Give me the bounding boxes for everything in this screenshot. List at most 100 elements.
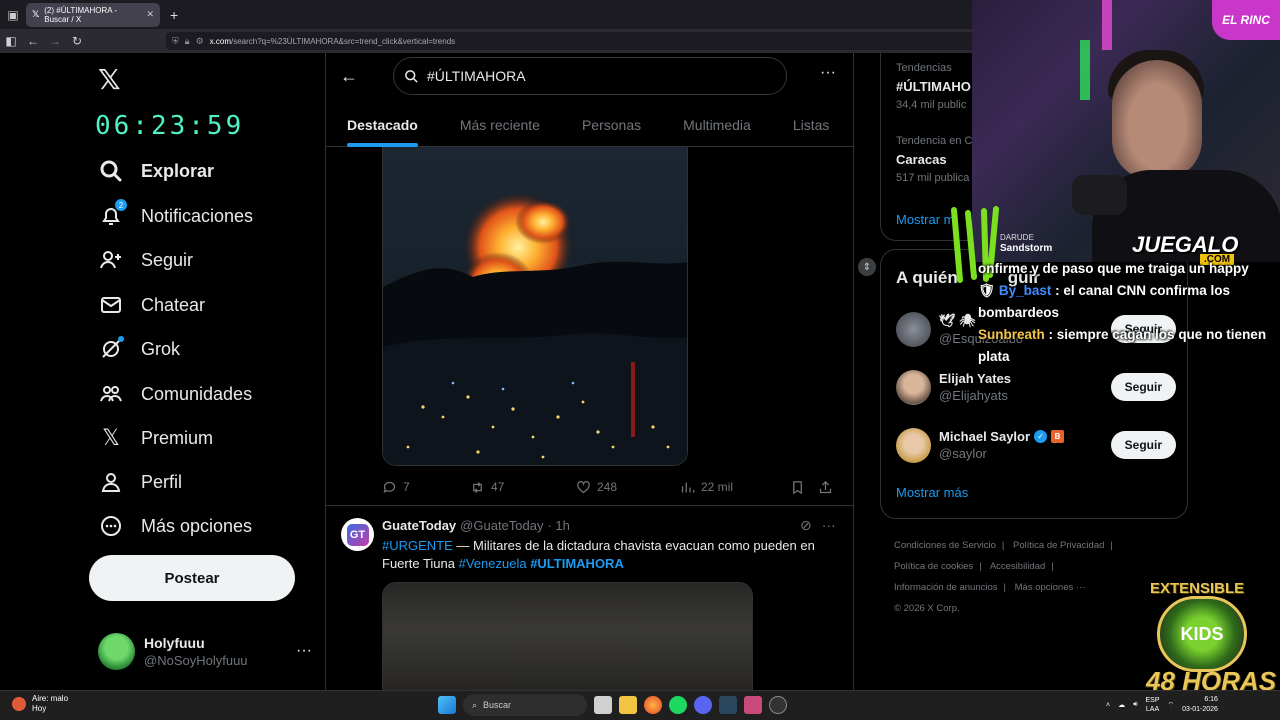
- sidebar-item-premium[interactable]: 𝕏 Premium: [98, 420, 213, 456]
- obs-icon[interactable]: [769, 696, 787, 714]
- footer-link[interactable]: Accesibilidad: [990, 561, 1045, 572]
- new-tab-icon[interactable]: +: [170, 7, 178, 23]
- reply-button[interactable]: 7: [382, 480, 470, 495]
- tweet-media-explosion[interactable]: [382, 147, 688, 466]
- footer-link[interactable]: Política de Privacidad: [1013, 540, 1104, 551]
- webcam-overlay: EL RINC: [972, 0, 1280, 262]
- suggested-user[interactable]: Michael Saylor ✓ B @saylor Seguir: [896, 425, 1176, 465]
- discord-icon[interactable]: [694, 696, 712, 714]
- system-clock[interactable]: 6:16 03-01-2026: [1182, 695, 1218, 715]
- notification-badge: 2: [115, 199, 127, 211]
- system-tray: ˄ ☁ 🔊︎ ESP LAA ⌔ 6:16 03-01-2026: [1106, 695, 1218, 715]
- language-indicator[interactable]: ESP LAA: [1146, 696, 1160, 714]
- back-arrow-icon[interactable]: ←: [340, 66, 358, 87]
- tweet-media-video[interactable]: [382, 582, 753, 690]
- search-input[interactable]: #ÚLTIMAHORA: [393, 57, 787, 95]
- sidebar-item-perfil[interactable]: Perfil: [98, 464, 182, 500]
- more-icon[interactable]: ···: [296, 642, 312, 660]
- app-icon[interactable]: [744, 696, 762, 714]
- chevron-up-icon[interactable]: ˄: [1106, 702, 1110, 709]
- tab-listas[interactable]: Listas: [772, 103, 851, 147]
- tweet-author-name[interactable]: GuateToday: [382, 518, 456, 533]
- tab-multimedia[interactable]: Multimedia: [662, 103, 772, 147]
- hashtag-ultimahora[interactable]: #ULTIMAHORA: [530, 556, 624, 571]
- trend-context: Tendencias: [896, 62, 952, 74]
- suggested-user-handle: @Elijahyats: [939, 388, 1008, 403]
- task-view-icon[interactable]: [594, 696, 612, 714]
- repost-button[interactable]: 47: [470, 480, 576, 495]
- url-bar[interactable]: ⛨ 🔒︎ ⚙ x.com/search?q=%23ÚLTIMAHORA&src=…: [166, 32, 986, 50]
- sidebar-item-label: Seguir: [141, 249, 194, 270]
- follow-button[interactable]: Seguir: [1110, 373, 1176, 401]
- chat-message: 🛡 By_bast : el canal CNN confirma los bo…: [978, 283, 1230, 320]
- bookmark-button[interactable]: [790, 480, 818, 495]
- tab-overview-icon[interactable]: ▣: [0, 0, 26, 29]
- sidebar-item-grok[interactable]: Grok: [98, 331, 180, 367]
- tweet-guatetoday[interactable]: GT GuateToday @GuateToday · 1h ⊘ ··· #UR…: [326, 506, 853, 690]
- footer-link[interactable]: Información de anuncios: [894, 582, 998, 593]
- sidebar-item-mas-opciones[interactable]: Más opciones: [98, 508, 252, 544]
- sidebar-item-label: Chatear: [141, 294, 206, 315]
- search-icon: ⌕: [472, 699, 478, 710]
- suggested-user[interactable]: Elijah Yates @Elijahyats Seguir: [896, 367, 1176, 407]
- shield-icon: ⛨: [172, 35, 179, 46]
- trend-name[interactable]: Caracas: [896, 152, 947, 167]
- firefox-icon[interactable]: [644, 696, 662, 714]
- post-button[interactable]: Postear: [89, 555, 295, 601]
- avatar[interactable]: GT: [341, 518, 374, 551]
- hashtag-urgente[interactable]: #URGENTE: [382, 538, 453, 553]
- file-explorer-icon[interactable]: [619, 696, 637, 714]
- steam-icon[interactable]: [719, 696, 737, 714]
- hashtag-venezuela[interactable]: #Venezuela: [459, 556, 527, 571]
- wifi-icon[interactable]: ⌔: [1168, 701, 1175, 710]
- back-icon[interactable]: ←: [22, 34, 44, 48]
- x-logo-icon[interactable]: 𝕏: [98, 63, 121, 96]
- footer-link[interactable]: Condiciones de Servicio: [894, 540, 996, 551]
- trend-count: 34,4 mil public: [896, 99, 967, 111]
- tweet-text: #URGENTE — Militares de la dictadura cha…: [382, 538, 815, 571]
- grok-icon[interactable]: ⊘: [800, 517, 812, 534]
- forward-icon[interactable]: →: [44, 34, 66, 48]
- sidebar-item-seguir[interactable]: Seguir: [98, 242, 193, 278]
- sidebar-toggle-icon[interactable]: ◧: [0, 34, 22, 48]
- spotify-icon[interactable]: [669, 696, 687, 714]
- more-icon[interactable]: ···: [820, 64, 836, 82]
- trend-name[interactable]: #ÚLTIMAHO: [896, 79, 971, 94]
- views-button[interactable]: 22 mil: [680, 480, 790, 495]
- sidebar-item-comunidades[interactable]: Comunidades: [98, 376, 252, 412]
- footer-links: Condiciones de Servicio | Política de Pri…: [894, 540, 1113, 614]
- neon-light: [1080, 40, 1090, 100]
- views-icon: [681, 482, 695, 492]
- search-results-column: ← #ÚLTIMAHORA ··· Destacado Más reciente…: [325, 53, 854, 690]
- browser-tab[interactable]: 𝕏 (2) #ÚLTIMAHORA - Buscar / X ✕: [26, 2, 160, 27]
- tab-destacado[interactable]: Destacado: [326, 103, 439, 147]
- tab-personas[interactable]: Personas: [561, 103, 662, 147]
- like-button[interactable]: 248: [576, 480, 680, 495]
- tab-mas-reciente[interactable]: Más reciente: [439, 103, 561, 147]
- footer-link[interactable]: Política de cookies: [894, 561, 973, 572]
- sidebar-item-chatear[interactable]: Chatear: [98, 287, 205, 323]
- tweet-header: GuateToday @GuateToday · 1h: [382, 518, 570, 533]
- tweet-actions: 7 47 248 22 mil: [382, 478, 842, 496]
- sidebar-item-notificaciones[interactable]: 2 Notificaciones: [98, 198, 253, 234]
- show-more-link[interactable]: Mostrar más: [896, 485, 968, 500]
- weather-widget[interactable]: Aire: malo Hoy: [12, 694, 68, 714]
- reload-icon[interactable]: ↻: [66, 34, 88, 48]
- close-tab-icon[interactable]: ✕: [146, 9, 154, 20]
- trend-context: Tendencia en C: [896, 135, 973, 147]
- network-icon[interactable]: ☁: [1118, 701, 1125, 709]
- volume-icon[interactable]: 🔊︎: [1133, 701, 1137, 709]
- windows-start-icon[interactable]: [438, 696, 456, 714]
- account-switcher[interactable]: Holyfuuu @NoSoyHolyfuuu ···: [98, 631, 312, 671]
- taskbar-search[interactable]: ⌕ Buscar: [463, 694, 587, 716]
- sidebar-item-explorar[interactable]: Explorar: [98, 153, 214, 189]
- sidebar-item-label: Más opciones: [141, 515, 253, 536]
- follow-button[interactable]: Seguir: [1110, 431, 1176, 459]
- tweet-author-handle[interactable]: @GuateToday: [460, 518, 543, 533]
- avatar: [896, 369, 931, 405]
- more-icon[interactable]: ···: [822, 517, 836, 534]
- scroll-handle-icon[interactable]: ⇕: [858, 258, 876, 276]
- search-query: #ÚLTIMAHORA: [427, 68, 526, 84]
- share-button[interactable]: [818, 480, 833, 495]
- footer-link[interactable]: Más opciones ···: [1015, 582, 1086, 593]
